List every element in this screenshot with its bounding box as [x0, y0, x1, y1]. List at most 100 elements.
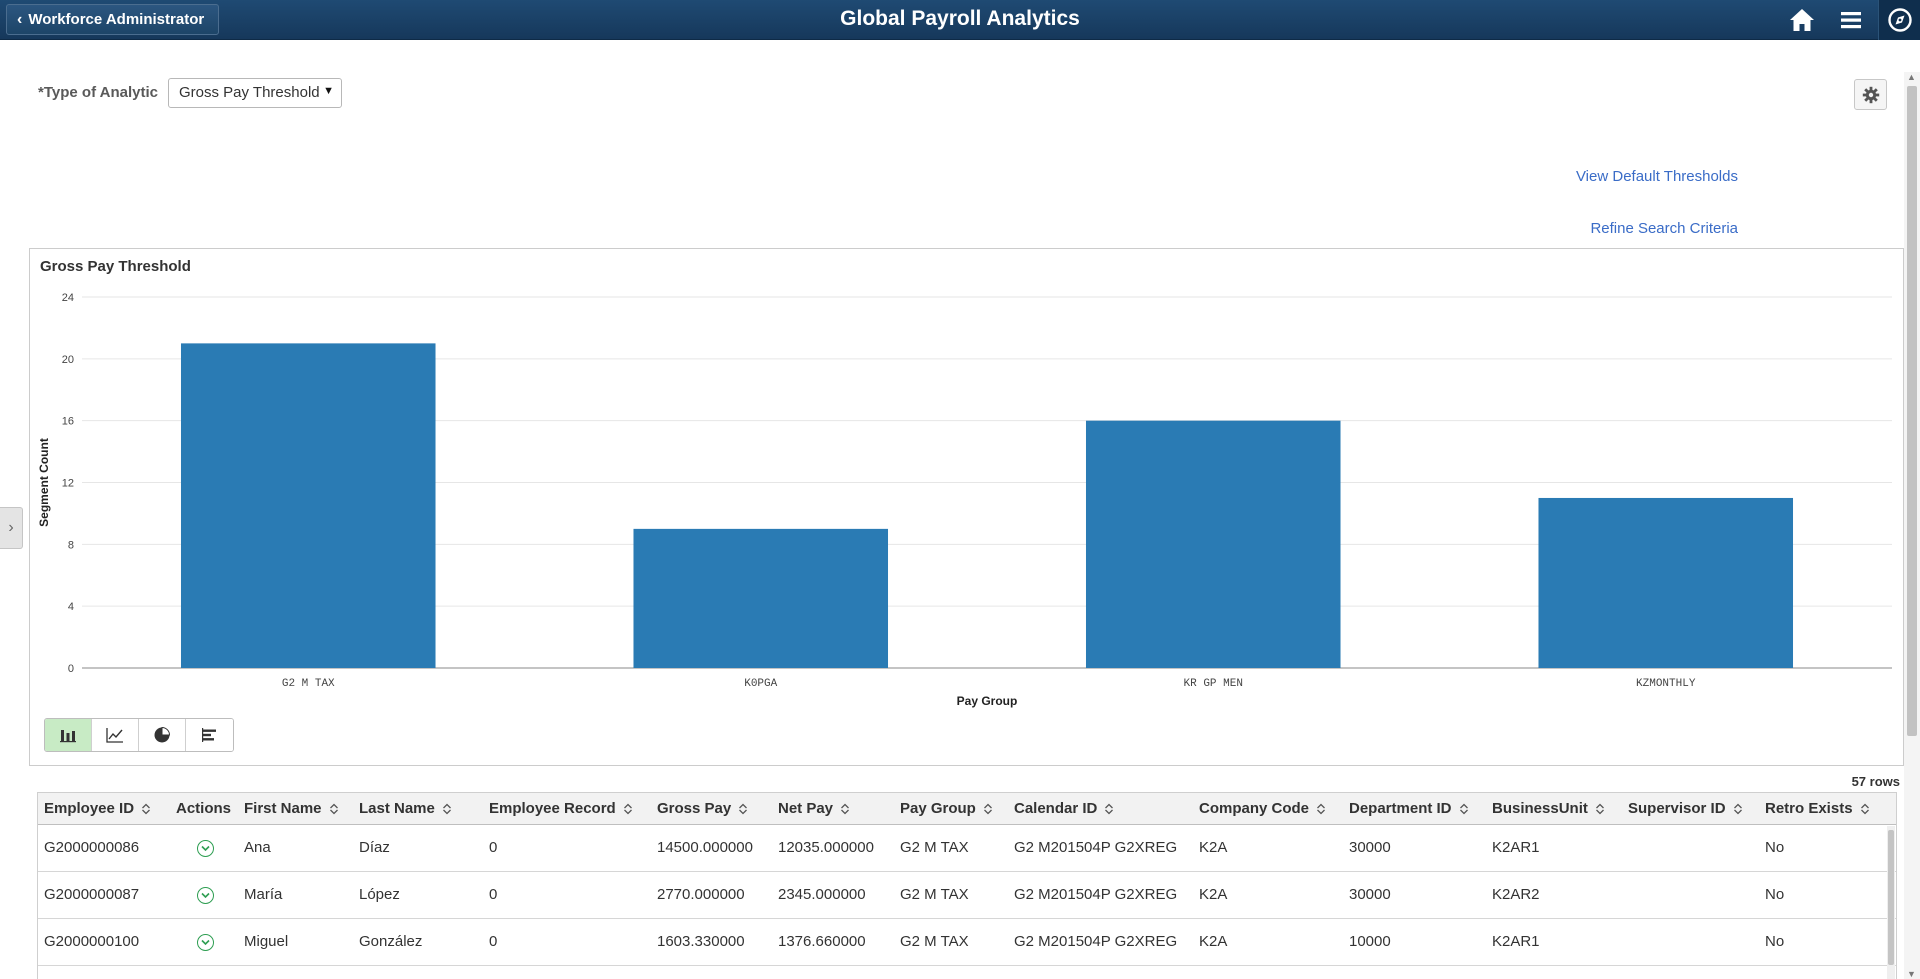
- sort-icon: [1105, 803, 1114, 815]
- cell-retro-exists: No: [1765, 886, 1785, 903]
- x-tick-label: K0PGA: [744, 678, 777, 690]
- cell-department-id: 30000: [1349, 839, 1391, 856]
- column-header-calendar-id[interactable]: Calendar ID: [1014, 793, 1114, 825]
- column-header-net-pay[interactable]: Net Pay: [778, 793, 850, 825]
- line-chart-icon: [106, 728, 123, 743]
- type-of-analytic-dropdown[interactable]: Gross Pay Threshold ▼: [168, 78, 342, 108]
- cell-first-name: Ana: [244, 839, 271, 856]
- cell-first-name: Miguel: [244, 933, 289, 950]
- grid-scrollbar-thumb[interactable]: [1888, 830, 1894, 965]
- scroll-up-icon[interactable]: ▲: [1907, 72, 1916, 82]
- sort-icon: [1459, 803, 1468, 815]
- y-tick-label: 12: [62, 478, 74, 490]
- column-header-label: Company Code: [1199, 800, 1310, 817]
- y-tick-label: 20: [62, 354, 74, 366]
- column-header-label: First Name: [244, 800, 322, 817]
- cell-company-code: K2A: [1199, 933, 1228, 950]
- navbar-button[interactable]: [1878, 0, 1920, 40]
- refine-search-criteria-link[interactable]: Refine Search Criteria: [1500, 220, 1738, 237]
- page-scrollbar-thumb[interactable]: [1907, 86, 1917, 736]
- cell-gross-pay: 2770.000000: [657, 886, 745, 903]
- navbar-compass-icon: [1888, 8, 1912, 32]
- sort-icon: [442, 803, 451, 815]
- column-header-gross-pay[interactable]: Gross Pay: [657, 793, 748, 825]
- cell-employee-record: 0: [489, 886, 498, 903]
- pie-chart-icon: [154, 726, 171, 743]
- column-header-label: Retro Exists: [1765, 800, 1853, 817]
- grid-scrollbar[interactable]: [1887, 826, 1895, 979]
- column-header-label: Actions: [176, 800, 232, 817]
- top-banner: ‹ Workforce Administrator Global Payroll…: [0, 0, 1920, 40]
- column-header-retro-exists[interactable]: Retro Exists: [1765, 793, 1870, 825]
- column-header-label: Gross Pay: [657, 800, 732, 817]
- x-tick-label: KR GP MEN: [1184, 678, 1243, 690]
- cell-department-id: 10000: [1349, 933, 1391, 950]
- column-header-label: Employee ID: [44, 800, 135, 817]
- cell-business-unit: K2AR2: [1492, 886, 1540, 903]
- pie-chart-button[interactable]: [139, 719, 186, 751]
- menu-icon[interactable]: [1836, 6, 1866, 34]
- x-tick-label: KZMONTHLY: [1636, 678, 1696, 690]
- sort-icon: [1733, 803, 1742, 815]
- cell-pay-group: G2 M TAX: [900, 839, 969, 856]
- side-panel-toggle[interactable]: ›: [0, 507, 23, 549]
- cell-last-name: López: [359, 886, 400, 903]
- bar-kr-gp-men: [1085, 420, 1341, 668]
- y-tick-label: 16: [62, 416, 74, 428]
- grid-header-row: Employee ID Actions First Name Last Name Emp…: [38, 792, 1896, 825]
- cell-employee-record: 0: [489, 933, 498, 950]
- cell-employee-id: G2000000100: [44, 933, 140, 950]
- cell-employee-id: G2000000086: [44, 839, 140, 856]
- column-header-last-name[interactable]: Last Name: [359, 793, 452, 825]
- cell-pay-group: G2 M TAX: [900, 933, 969, 950]
- dropdown-arrow-icon: ▼: [323, 85, 334, 97]
- column-header-employee-record[interactable]: Employee Record: [489, 793, 633, 825]
- sort-icon: [841, 803, 849, 815]
- results-grid: Employee ID Actions First Name Last Name Emp…: [37, 792, 1897, 979]
- y-axis-label: Segment Count: [37, 438, 51, 527]
- x-tick-label: G2 M TAX: [282, 678, 335, 690]
- cell-business-unit: K2AR1: [1492, 839, 1540, 856]
- column-header-label: Last Name: [359, 800, 435, 817]
- column-header-supervisor-id[interactable]: Supervisor ID: [1628, 793, 1743, 825]
- horizontal-bar-chart-button[interactable]: [186, 719, 233, 751]
- settings-button[interactable]: [1854, 79, 1887, 110]
- horizontal-bar-chart-icon: [201, 728, 216, 742]
- cell-net-pay: 2345.000000: [778, 886, 866, 903]
- column-header-label: Department ID: [1349, 800, 1452, 817]
- row-actions-button[interactable]: [197, 840, 214, 857]
- scroll-down-icon[interactable]: ▼: [1907, 969, 1916, 979]
- column-header-first-name[interactable]: First Name: [244, 793, 339, 825]
- chevron-down-icon: [201, 845, 210, 852]
- y-tick-label: 8: [68, 539, 74, 551]
- column-header-department-id[interactable]: Department ID: [1349, 793, 1469, 825]
- row-actions-button[interactable]: [197, 934, 214, 951]
- sort-icon: [1317, 803, 1325, 815]
- line-chart-button[interactable]: [92, 719, 139, 751]
- row-actions-button[interactable]: [197, 887, 214, 904]
- column-header-employee-id[interactable]: Employee ID: [44, 793, 151, 825]
- column-header-company-code[interactable]: Company Code: [1199, 793, 1326, 825]
- column-header-actions[interactable]: Actions: [176, 793, 231, 825]
- page-scrollbar[interactable]: ▲ ▼: [1904, 72, 1920, 979]
- column-header-label: Calendar ID: [1014, 800, 1098, 817]
- cell-retro-exists: No: [1765, 839, 1785, 856]
- column-header-business-unit[interactable]: BusinessUnit: [1492, 793, 1605, 825]
- type-of-analytic-value: Gross Pay Threshold: [179, 84, 320, 101]
- y-tick-label: 24: [62, 292, 74, 304]
- chart-type-toolbar: [44, 718, 234, 752]
- table-row: G2000000086 Ana Díaz 0 14500.000000 12035.000…: [38, 825, 1896, 872]
- chart-panel: Gross Pay Threshold 0 4 8 12 16 20 24 G2 M TAX K…: [29, 248, 1904, 766]
- sort-icon: [1595, 803, 1604, 815]
- back-button[interactable]: ‹ Workforce Administrator: [6, 4, 220, 35]
- cell-calendar-id: G2 M201504P G2XREG: [1014, 886, 1178, 903]
- column-header-label: BusinessUnit: [1492, 800, 1588, 817]
- column-header-pay-group[interactable]: Pay Group: [900, 793, 993, 825]
- view-default-thresholds-link[interactable]: View Default Thresholds: [1500, 168, 1738, 185]
- x-axis-label: Pay Group: [957, 694, 1018, 708]
- home-icon[interactable]: [1787, 6, 1817, 34]
- bar-chart-button[interactable]: [45, 719, 92, 751]
- chevron-right-icon: ›: [8, 519, 14, 536]
- column-header-label: Supervisor ID: [1628, 800, 1726, 817]
- cell-company-code: K2A: [1199, 839, 1228, 856]
